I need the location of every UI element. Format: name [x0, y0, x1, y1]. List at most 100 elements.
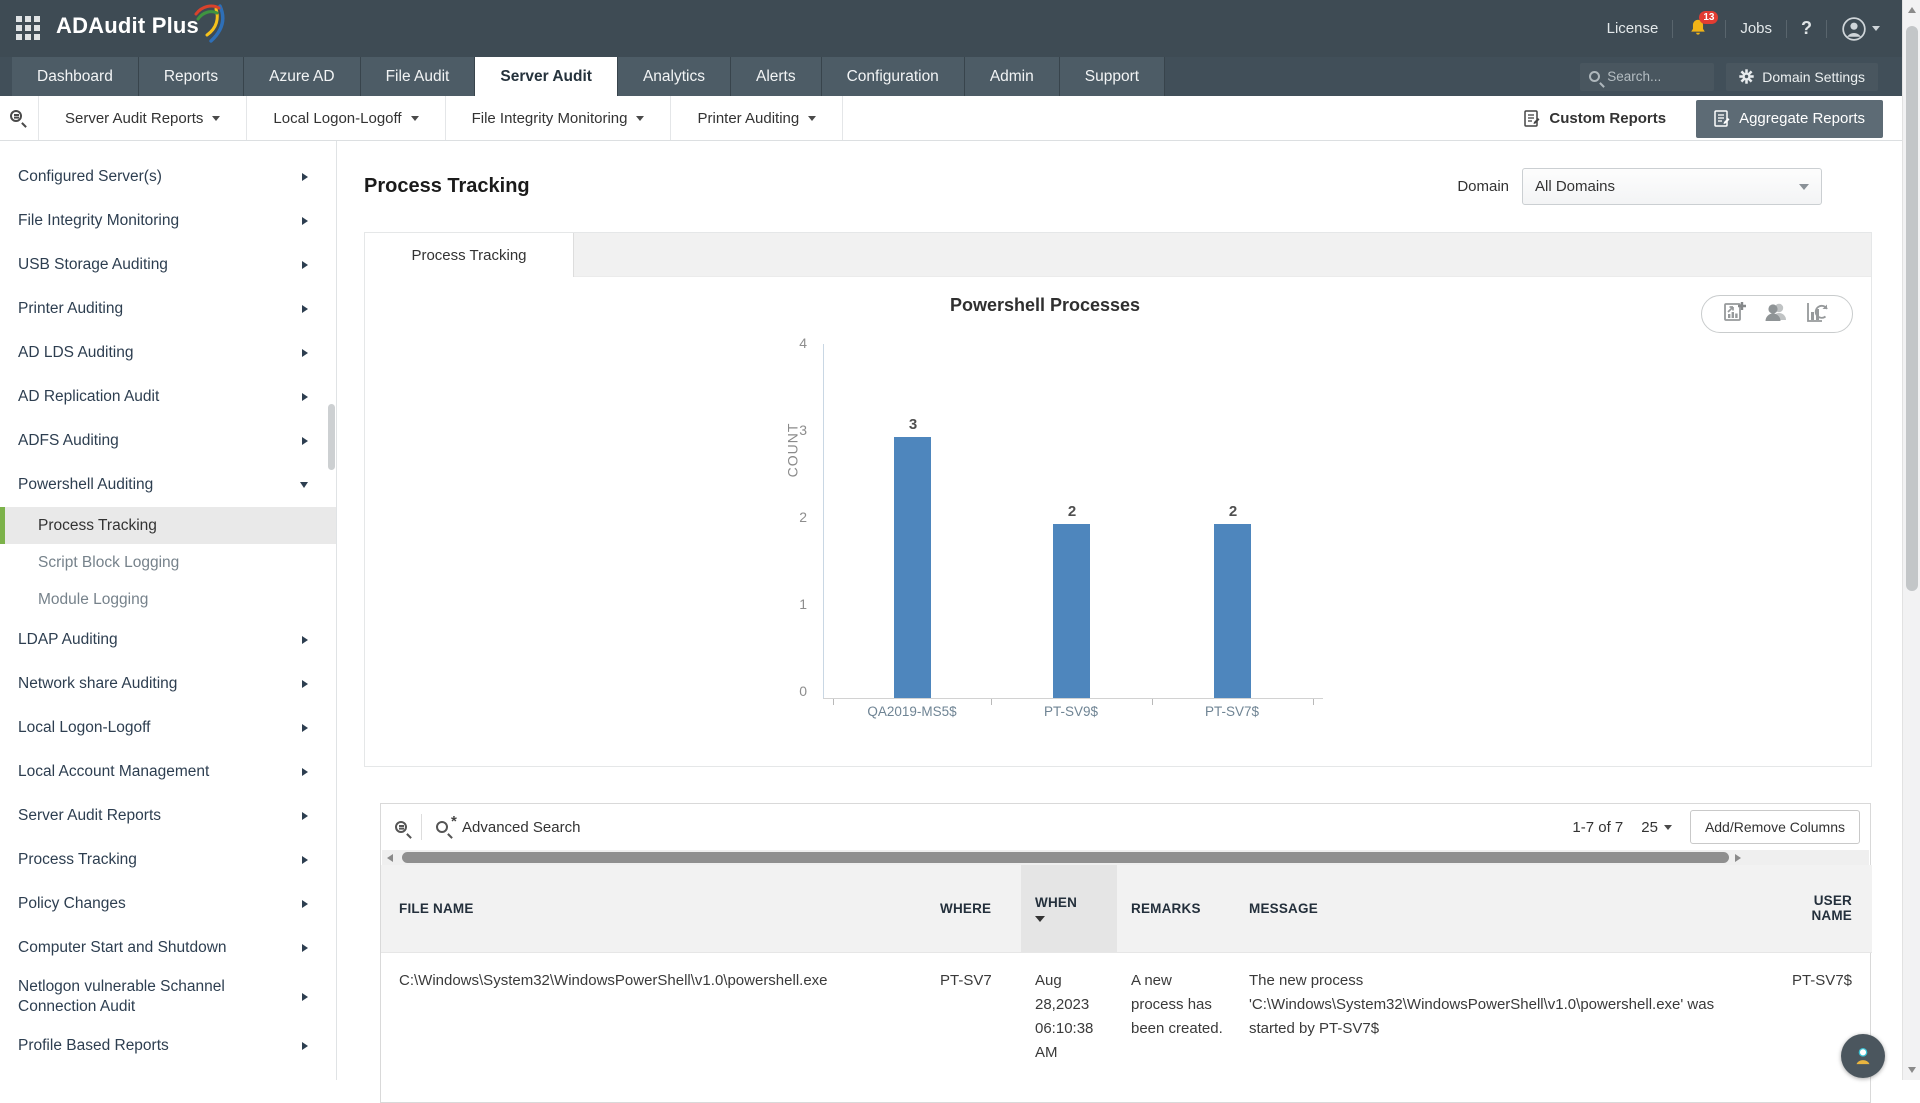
sidebar-item-computer-start-and-shutdown[interactable]: Computer Start and Shutdown	[0, 926, 336, 970]
sidebar-item-policy-changes[interactable]: Policy Changes	[0, 882, 336, 926]
sidebar-item-ldap-auditing[interactable]: LDAP Auditing	[0, 618, 336, 662]
add-remove-columns-button[interactable]: Add/Remove Columns	[1690, 810, 1860, 844]
tab-process-tracking[interactable]: Process Tracking	[365, 233, 574, 277]
sidebar-item-module-logging[interactable]: Module Logging	[0, 581, 336, 618]
menu-file-integrity-monitoring[interactable]: File Integrity Monitoring	[446, 96, 671, 140]
custom-reports-button[interactable]: Custom Reports	[1524, 110, 1666, 128]
sidebar-item-process-tracking[interactable]: Process Tracking	[0, 507, 336, 544]
sidebar-item-profile-based-reports[interactable]: Profile Based Reports	[0, 1024, 336, 1068]
tab-admin[interactable]: Admin	[965, 57, 1060, 96]
tab-alerts[interactable]: Alerts	[731, 57, 822, 96]
help-icon[interactable]: ?	[1801, 18, 1812, 39]
jobs-link[interactable]: Jobs	[1740, 20, 1772, 37]
sidebar-item-ad-replication-audit[interactable]: AD Replication Audit	[0, 375, 336, 419]
main-nav-bar: Dashboard Reports Azure AD File Audit Se…	[0, 57, 1902, 96]
table-row[interactable]: C:\Windows\System32\WindowsPowerShell\v1…	[381, 952, 1872, 1065]
vertical-scrollbar[interactable]	[1902, 0, 1920, 1080]
bar-pt-sv9[interactable]	[1053, 524, 1090, 698]
license-link[interactable]: License	[1607, 20, 1659, 37]
col-header-when[interactable]: WHEN	[1021, 865, 1117, 952]
tab-file-audit[interactable]: File Audit	[361, 57, 476, 96]
tab-dashboard[interactable]: Dashboard	[12, 57, 139, 96]
chevron-down-icon	[212, 116, 220, 121]
scroll-left-arrow[interactable]	[387, 854, 393, 862]
chevron-right-icon	[302, 856, 308, 864]
table-toolbar: * Advanced Search 1-7 of 7 25 Add/Remove…	[381, 804, 1870, 850]
app-grid-icon[interactable]	[16, 16, 42, 42]
menu-printer-auditing[interactable]: Printer Auditing	[671, 96, 842, 140]
chevron-right-icon	[302, 1042, 308, 1050]
sidebar-item-adfs-auditing[interactable]: ADFS Auditing	[0, 419, 336, 463]
tab-configuration[interactable]: Configuration	[822, 57, 965, 96]
sidebar-item-printer-auditing[interactable]: Printer Auditing	[0, 287, 336, 331]
tab-server-audit[interactable]: Server Audit	[475, 57, 618, 96]
bar-qa2019-ms5[interactable]	[894, 437, 931, 698]
col-header-file-name[interactable]: FILE NAME	[381, 865, 926, 952]
chart-refresh-icon[interactable]	[1805, 300, 1831, 329]
domain-select[interactable]: All Domains	[1522, 168, 1822, 205]
cell-remarks: A new process has been created.	[1117, 952, 1235, 1065]
horizontal-scrollbar-thumb[interactable]	[402, 852, 1729, 863]
scroll-right-arrow[interactable]	[1735, 854, 1741, 862]
col-header-where[interactable]: WHERE	[926, 865, 1021, 952]
sidebar-item-ad-lds-auditing[interactable]: AD LDS Auditing	[0, 331, 336, 375]
advanced-search-label[interactable]: Advanced Search	[462, 819, 580, 836]
report-tabstrip: Process Tracking	[365, 233, 1871, 277]
domain-label: Domain	[1457, 178, 1509, 195]
sidebar-item-local-account-management[interactable]: Local Account Management	[0, 750, 336, 794]
page-size-select[interactable]: 25	[1641, 819, 1672, 836]
tab-reports[interactable]: Reports	[139, 57, 244, 96]
sidebar-item-network-share-auditing[interactable]: Network share Auditing	[0, 662, 336, 706]
menu-server-audit-reports[interactable]: Server Audit Reports	[39, 96, 246, 140]
global-search[interactable]	[1580, 63, 1714, 91]
divider	[1672, 20, 1673, 38]
col-header-remarks[interactable]: REMARKS	[1117, 865, 1235, 952]
horizontal-scrollbar[interactable]	[382, 850, 1869, 865]
export-chart-icon[interactable]	[1723, 300, 1747, 329]
report-category-bar: Server Audit Reports Local Logon-Logoff …	[0, 96, 1902, 141]
scroll-up-arrow[interactable]	[1908, 7, 1916, 13]
y-tick: 1	[787, 596, 807, 612]
tab-support[interactable]: Support	[1060, 57, 1165, 96]
search-input[interactable]	[1607, 69, 1697, 84]
table-header-row: FILE NAME WHERE WHEN REMARKS MESSAGE USE…	[381, 865, 1872, 952]
user-menu[interactable]	[1841, 16, 1880, 42]
cell-message: The new process 'C:\Windows\System32\Win…	[1235, 952, 1735, 1065]
cell-file-name: C:\Windows\System32\WindowsPowerShell\v1…	[381, 952, 926, 1065]
chevron-right-icon	[302, 724, 308, 732]
menu-local-logon-logoff[interactable]: Local Logon-Logoff	[247, 96, 444, 140]
advanced-search-icon[interactable]: *	[436, 821, 448, 833]
sidebar-item-local-logon-logoff[interactable]: Local Logon-Logoff	[0, 706, 336, 750]
notifications-bell-icon[interactable]: 13	[1687, 17, 1711, 41]
sidebar-scrollbar-thumb[interactable]	[328, 404, 335, 470]
sidebar-item-file-integrity-monitoring[interactable]: File Integrity Monitoring	[0, 199, 336, 243]
chevron-right-icon	[302, 305, 308, 313]
chevron-right-icon	[302, 173, 308, 181]
sidebar-item-configured-servers[interactable]: Configured Server(s)	[0, 155, 336, 199]
domain-settings-button[interactable]: Domain Settings	[1726, 63, 1878, 91]
report-search-icon[interactable]	[10, 110, 26, 126]
sidebar-item-powershell-auditing[interactable]: Powershell Auditing	[0, 463, 336, 507]
chevron-right-icon	[302, 812, 308, 820]
sidebar-item-script-block-logging[interactable]: Script Block Logging	[0, 544, 336, 581]
column-search-icon[interactable]	[395, 821, 407, 833]
tab-analytics[interactable]: Analytics	[618, 57, 731, 96]
gear-icon	[1739, 69, 1754, 84]
sidebar-item-netlogon-vulnerable-schannel[interactable]: Netlogon vulnerable Schannel Connection …	[0, 970, 336, 1024]
tab-azure-ad[interactable]: Azure AD	[244, 57, 360, 96]
users-icon[interactable]	[1762, 300, 1790, 329]
col-header-user-name[interactable]: USER NAME	[1735, 865, 1872, 952]
scroll-down-arrow[interactable]	[1908, 1067, 1916, 1073]
sidebar-item-server-audit-reports[interactable]: Server Audit Reports	[0, 794, 336, 838]
chevron-right-icon	[302, 261, 308, 269]
col-header-message[interactable]: MESSAGE	[1235, 865, 1735, 952]
sidebar-item-process-tracking-group[interactable]: Process Tracking	[0, 838, 336, 882]
chevron-down-icon	[808, 116, 816, 121]
bar-pt-sv7[interactable]	[1214, 524, 1251, 698]
aggregate-reports-button[interactable]: Aggregate Reports	[1696, 100, 1883, 138]
vertical-scrollbar-thumb[interactable]	[1906, 26, 1918, 591]
sidebar-item-usb-storage-auditing[interactable]: USB Storage Auditing	[0, 243, 336, 287]
chart-toolbar	[1701, 295, 1853, 333]
y-tick: 2	[787, 509, 807, 525]
support-chat-button[interactable]	[1841, 1034, 1885, 1078]
